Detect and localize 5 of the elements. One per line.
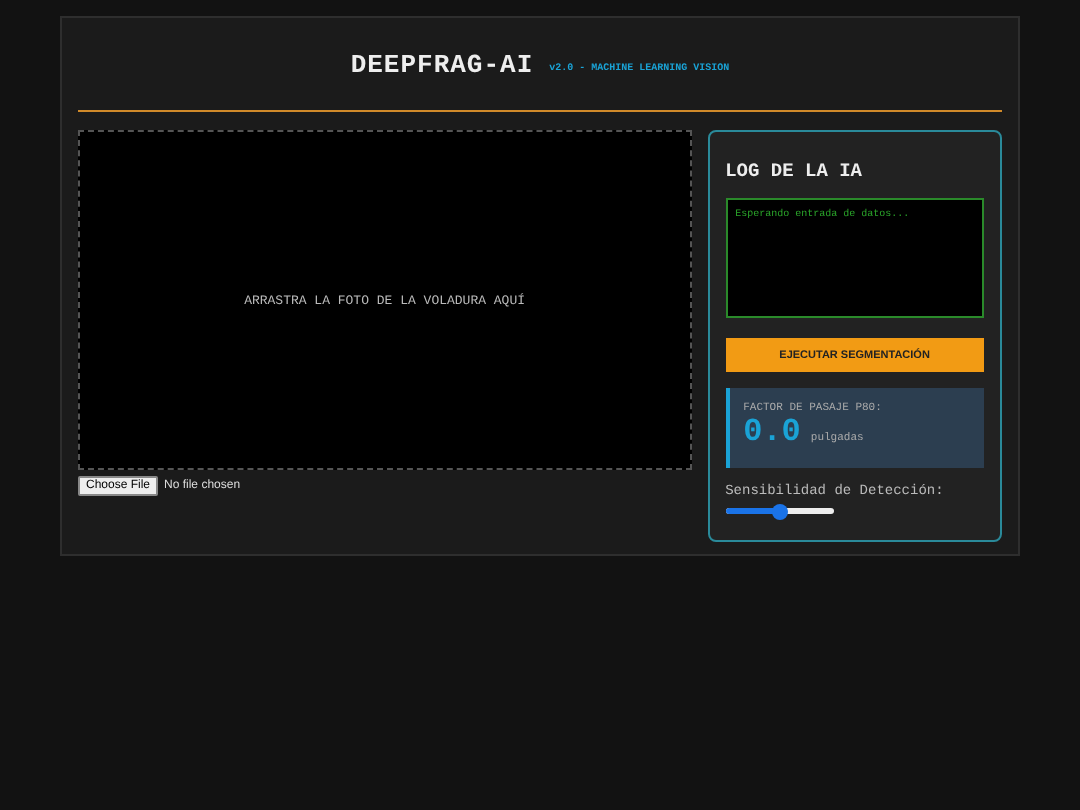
result-value: 0.0 <box>743 414 801 450</box>
sensitivity-slider[interactable] <box>725 508 834 514</box>
app-title: DEEPFRAG-AI <box>350 49 534 79</box>
slider-thumb[interactable] <box>771 503 788 519</box>
panel-title: LOG DE LA IA <box>725 160 865 182</box>
